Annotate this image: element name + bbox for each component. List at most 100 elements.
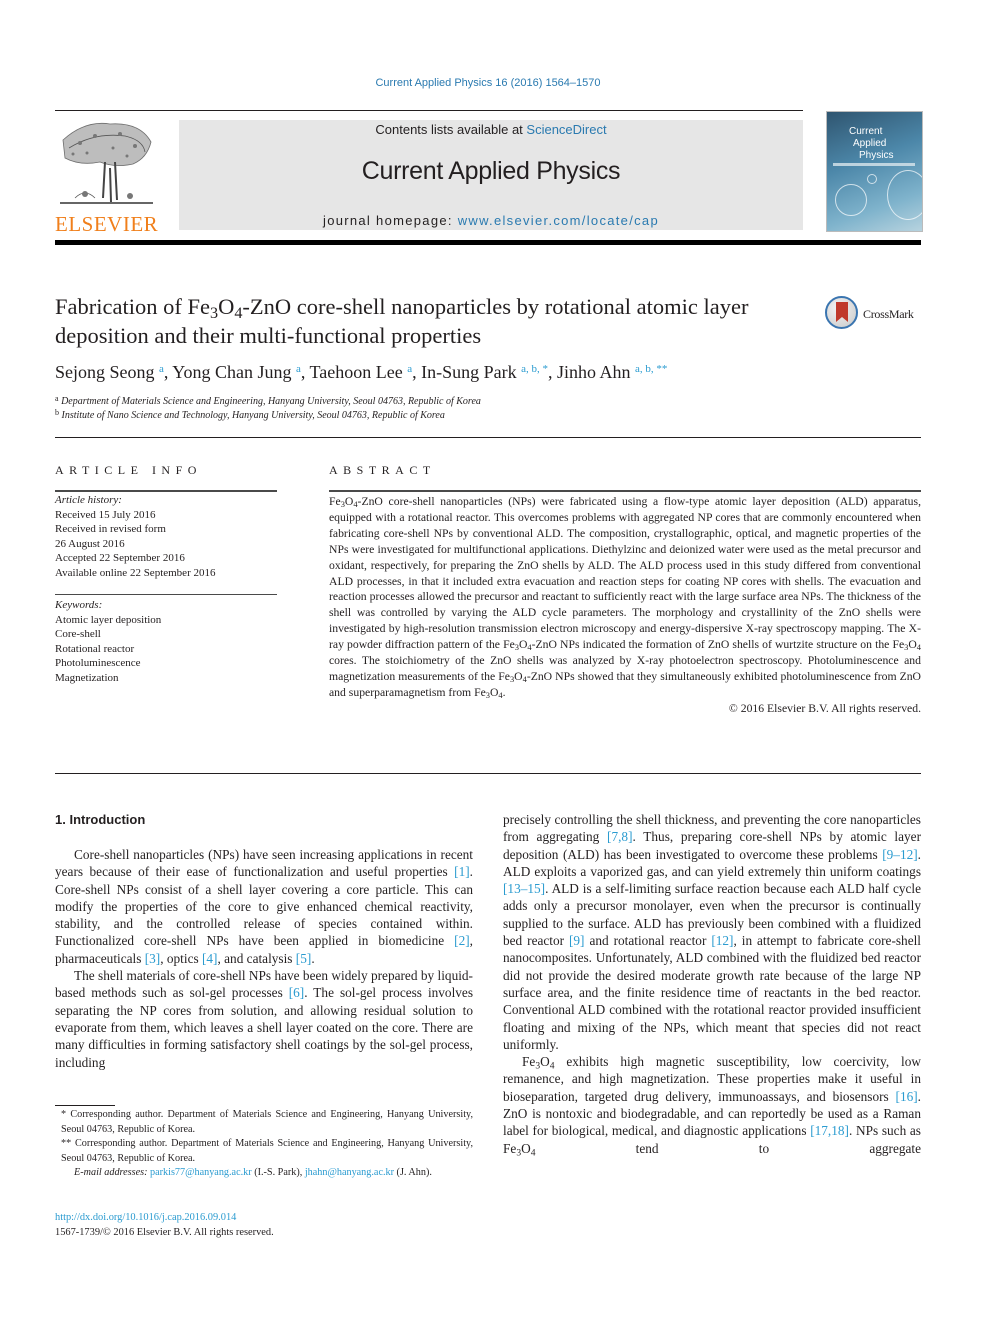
citation-link[interactable]: [13–15] bbox=[503, 881, 545, 896]
abstract-text: Fe3O4-ZnO core-shell nanoparticles (NPs)… bbox=[329, 494, 921, 717]
author-name: Taehoon Lee bbox=[309, 362, 403, 382]
email-owner: (I.-S. Park), bbox=[251, 1167, 305, 1178]
citation-link[interactable]: [2] bbox=[454, 933, 470, 948]
citation-link[interactable]: [6] bbox=[289, 985, 305, 1000]
author-affil-link[interactable]: a bbox=[407, 363, 412, 375]
paragraph: Fe3O4 exhibits high magnetic susceptibil… bbox=[503, 1054, 921, 1159]
keyword: Atomic layer deposition bbox=[55, 613, 162, 626]
cover-title-line: Current bbox=[849, 126, 883, 137]
article-history: Article history: Received 15 July 2016 R… bbox=[55, 493, 215, 580]
history-item: Accepted 22 September 2016 bbox=[55, 552, 185, 564]
title-subscript: 3 bbox=[209, 304, 219, 323]
paragraph: Core-shell nanoparticles (NPs) have seen… bbox=[55, 847, 473, 966]
affiliation-text: Department of Materials Science and Engi… bbox=[61, 396, 481, 407]
affiliation-mark: a bbox=[55, 394, 59, 403]
citation-link[interactable]: [12] bbox=[711, 933, 733, 948]
cover-title: Current Applied Physics bbox=[849, 126, 893, 162]
history-item: 26 August 2016 bbox=[55, 537, 125, 550]
author-affil-link[interactable]: a, b, * bbox=[521, 363, 548, 375]
keyword: Rotational reactor bbox=[55, 642, 135, 655]
author-name: Jinho Ahn bbox=[557, 362, 631, 382]
history-item: Available online 22 September 2016 bbox=[55, 566, 216, 579]
divider bbox=[55, 594, 277, 595]
homepage-link[interactable]: www.elsevier.com/locate/cap bbox=[458, 213, 659, 228]
journal-cover[interactable]: Current Applied Physics bbox=[826, 111, 923, 232]
paragraph: The shell materials of core-shell NPs ha… bbox=[55, 968, 473, 1070]
article-info-heading: ARTICLE INFO bbox=[55, 463, 202, 477]
footnote-corresponding-1: * Corresponding author. Department of Ma… bbox=[61, 1109, 473, 1135]
citation-link[interactable]: [9] bbox=[569, 933, 585, 948]
citation-link[interactable]: [9–12] bbox=[882, 847, 917, 862]
doi-block: http://dx.doi.org/10.1016/j.cap.2016.09.… bbox=[55, 1210, 274, 1240]
history-item: Received in revised form bbox=[55, 523, 166, 535]
divider bbox=[55, 773, 921, 774]
article-title: Fabrication of Fe3O4-ZnO core-shell nano… bbox=[55, 292, 815, 350]
keywords: Keywords: Atomic layer deposition Core-s… bbox=[55, 598, 161, 685]
author-name: Sejong Seong bbox=[55, 362, 155, 382]
citation-link[interactable]: [17,18] bbox=[810, 1123, 849, 1138]
doi-link[interactable]: http://dx.doi.org/10.1016/j.cap.2016.09.… bbox=[55, 1210, 274, 1225]
journal-reference[interactable]: Current Applied Physics 16 (2016) 1564–1… bbox=[0, 77, 976, 89]
history-item: Received 15 July 2016 bbox=[55, 508, 156, 521]
author-name: Yong Chan Jung bbox=[172, 362, 292, 382]
elsevier-wordmark: ELSEVIER bbox=[55, 212, 159, 236]
affiliation: a Department of Materials Science and En… bbox=[55, 395, 481, 409]
header-divider bbox=[55, 240, 921, 245]
citation-link[interactable]: [16] bbox=[896, 1089, 918, 1104]
crossmark-button[interactable]: CrossMark bbox=[825, 296, 925, 334]
cover-bubble bbox=[867, 174, 877, 184]
contents-prefix: Contents lists available at bbox=[375, 122, 527, 137]
citation-link[interactable]: [5] bbox=[296, 951, 312, 966]
footnotes: * Corresponding author. Department of Ma… bbox=[55, 1108, 473, 1181]
keyword: Magnetization bbox=[55, 671, 119, 684]
divider bbox=[329, 490, 921, 492]
body-column-right: precisely controlling the shell thicknes… bbox=[503, 811, 921, 1157]
divider bbox=[55, 110, 803, 111]
footnote-emails: E-mail addresses: parkis77@hanyang.ac.kr… bbox=[55, 1166, 473, 1181]
keyword: Photoluminescence bbox=[55, 657, 141, 669]
affiliation-mark: b bbox=[55, 408, 59, 417]
affiliation: b Institute of Nano Science and Technolo… bbox=[55, 409, 481, 423]
title-text: O bbox=[218, 294, 235, 319]
paragraph: precisely controlling the shell thicknes… bbox=[503, 812, 921, 1052]
sciencedirect-link[interactable]: ScienceDirect bbox=[526, 122, 606, 137]
email-link[interactable]: jhahn@hanyang.ac.kr bbox=[305, 1167, 394, 1178]
cover-title-line: Physics bbox=[859, 150, 894, 161]
cover-subtitle-bar bbox=[833, 163, 915, 166]
body-column-left: Core-shell nanoparticles (NPs) have seen… bbox=[55, 846, 473, 1071]
divider bbox=[55, 490, 277, 492]
elsevier-tree-icon bbox=[60, 122, 153, 204]
elsevier-logo[interactable]: ELSEVIER bbox=[55, 118, 158, 236]
contents-line: Contents lists available at ScienceDirec… bbox=[179, 122, 803, 137]
keywords-label: Keywords: bbox=[55, 599, 103, 611]
email-link[interactable]: parkis77@hanyang.ac.kr bbox=[150, 1167, 252, 1178]
citation-link[interactable]: [7,8] bbox=[607, 829, 632, 844]
abstract-paragraph: Fe3O4-ZnO core-shell nanoparticles (NPs)… bbox=[329, 495, 921, 700]
author-affil-link[interactable]: a bbox=[296, 363, 301, 375]
divider bbox=[55, 437, 921, 438]
abstract-heading: ABSTRACT bbox=[329, 463, 436, 477]
section-heading: 1. Introduction bbox=[55, 812, 146, 827]
citation-link[interactable]: [3] bbox=[145, 951, 161, 966]
issn-copyright: 1567-1739/© 2016 Elsevier B.V. All right… bbox=[55, 1227, 274, 1238]
crossmark-label: CrossMark bbox=[863, 307, 914, 321]
homepage-prefix: journal homepage: bbox=[323, 213, 458, 228]
cover-bubble bbox=[835, 184, 867, 216]
author-list: Sejong Seong a, Yong Chan Jung a, Taehoo… bbox=[55, 362, 668, 382]
affiliations: a Department of Materials Science and En… bbox=[55, 395, 481, 423]
footnote-corresponding-2: ** Corresponding author. Department of M… bbox=[61, 1138, 473, 1164]
author-name: In-Sung Park bbox=[421, 362, 517, 382]
citation-link[interactable]: [1] bbox=[454, 864, 470, 879]
footnote-divider bbox=[55, 1105, 115, 1106]
journal-name: Current Applied Physics bbox=[361, 157, 621, 185]
author-affil-link[interactable]: a bbox=[159, 363, 164, 375]
affiliation-text: Institute of Nano Science and Technology… bbox=[61, 410, 445, 421]
abstract-copyright: © 2016 Elsevier B.V. All rights reserved… bbox=[728, 701, 921, 715]
keyword: Core-shell bbox=[55, 628, 101, 640]
cover-bubble bbox=[887, 170, 922, 220]
author-affil-link[interactable]: a, b, ** bbox=[635, 363, 667, 375]
history-label: Article history: bbox=[55, 494, 122, 506]
cover-title-line: Applied bbox=[853, 138, 887, 149]
journal-masthead: Contents lists available at ScienceDirec… bbox=[179, 120, 803, 230]
citation-link[interactable]: [4] bbox=[202, 951, 218, 966]
